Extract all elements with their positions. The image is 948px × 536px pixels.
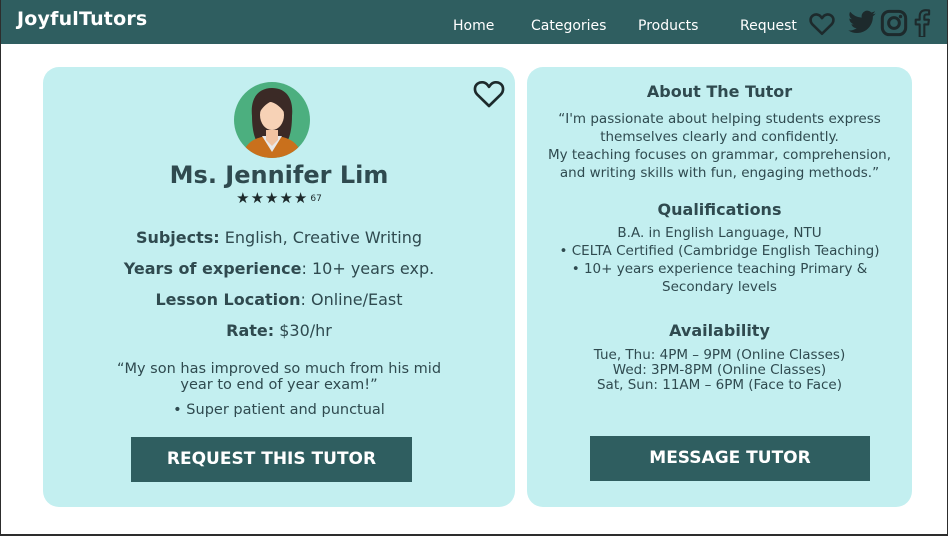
subjects-value: English, Creative Writing xyxy=(219,228,423,247)
review-quote: “My son has improved so much from his mi… xyxy=(116,361,442,393)
subjects-line: Subjects: English, Creative Writing xyxy=(43,228,515,247)
twitter-icon[interactable] xyxy=(847,10,877,36)
instagram-icon[interactable] xyxy=(880,9,908,37)
experience-value: : 10+ years exp. xyxy=(301,259,435,278)
availability-line: Tue, Thu: 4PM – 9PM (Online Classes) xyxy=(593,347,846,363)
rate-label: Rate: xyxy=(226,321,275,340)
rate-line: Rate: $30/hr xyxy=(43,321,515,340)
location-line: Lesson Location: Online/East xyxy=(43,290,515,309)
experience-label: Years of experience xyxy=(123,259,302,278)
favorite-heart-icon[interactable] xyxy=(473,79,505,109)
location-value: : Online/East xyxy=(300,290,403,309)
star-icons: ★★★★★ xyxy=(236,189,309,207)
tutor-avatar xyxy=(234,82,310,158)
rate-value: $30/hr xyxy=(274,321,332,340)
experience-line: Years of experience: 10+ years exp. xyxy=(43,259,515,278)
tutor-name: Ms. Jennifer Lim xyxy=(169,161,389,189)
qualification-line: • CELTA Certified (Cambridge English Tea… xyxy=(559,243,880,259)
nav-products[interactable]: Products xyxy=(638,18,698,34)
subjects-label: Subjects: xyxy=(135,228,220,247)
about-line: My teaching focuses on grammar, comprehe… xyxy=(547,147,892,163)
about-title: About The Tutor xyxy=(646,82,793,101)
qualification-line: B.A. in English Language, NTU xyxy=(617,225,822,241)
qualification-line: Secondary levels xyxy=(662,279,777,295)
availability-line: Sat, Sun: 11AM – 6PM (Face to Face) xyxy=(596,377,843,393)
about-line: themselves clearly and confidently. xyxy=(600,129,839,145)
request-tutor-button[interactable]: REQUEST THIS TUTOR xyxy=(131,437,412,482)
rating-count: 67 xyxy=(310,194,322,204)
qualification-line: • 10+ years experience teaching Primary … xyxy=(571,261,868,277)
review-bullet: • Super patient and punctual xyxy=(173,402,385,418)
about-line: “I'm passionate about helping students e… xyxy=(558,111,881,127)
qualifications-title: Qualifications xyxy=(657,200,782,219)
availability-title: Availability xyxy=(669,321,770,340)
facebook-icon[interactable] xyxy=(911,9,933,37)
nav-home[interactable]: Home xyxy=(453,18,494,34)
heart-icon[interactable] xyxy=(809,12,835,36)
qualifications-text: B.A. in English Language, NTU • CELTA Ce… xyxy=(527,224,912,296)
tutor-profile-card: Ms. Jennifer Lim ★★★★★ 67 Subjects: Engli… xyxy=(43,67,515,507)
top-navbar: JoyfulTutors Home Categories Products Re… xyxy=(1,0,947,44)
tutor-details-card: About The Tutor “I'm passionate about he… xyxy=(527,67,912,507)
page: JoyfulTutors Home Categories Products Re… xyxy=(1,0,947,534)
location-label: Lesson Location xyxy=(155,290,301,309)
availability-line: Wed: 3PM-8PM (Online Classes) xyxy=(612,362,827,378)
about-text: “I'm passionate about helping students e… xyxy=(527,110,912,182)
nav-categories[interactable]: Categories xyxy=(531,18,606,34)
about-line: and writing skills with fun, engaging me… xyxy=(559,165,880,181)
brand-logo[interactable]: JoyfulTutors xyxy=(17,8,147,30)
availability-text: Tue, Thu: 4PM – 9PM (Online Classes) Wed… xyxy=(527,348,912,393)
nav-request[interactable]: Request xyxy=(740,18,797,34)
message-tutor-button[interactable]: MESSAGE TUTOR xyxy=(590,436,870,481)
star-rating: ★★★★★ 67 xyxy=(43,189,515,207)
